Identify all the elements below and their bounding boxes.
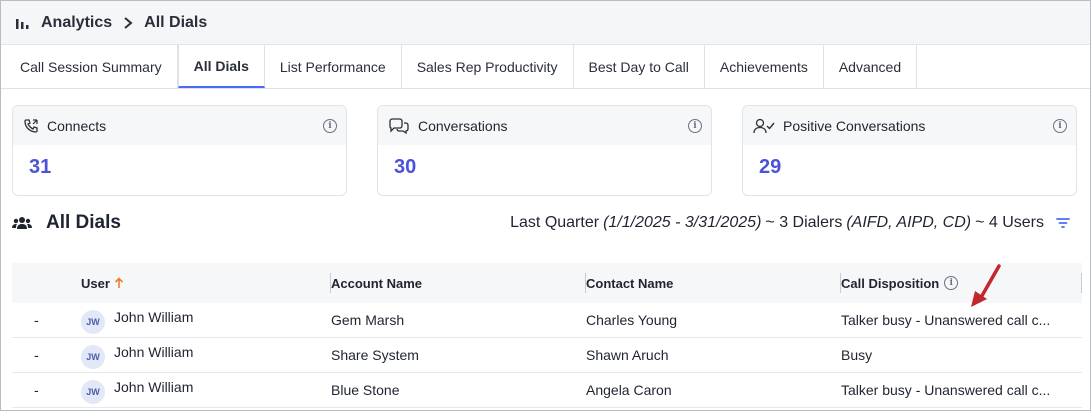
- bar-chart-icon: [15, 15, 31, 31]
- card-title: Connects: [47, 117, 107, 134]
- tab-best-day-to-call[interactable]: Best Day to Call: [574, 45, 705, 88]
- filter-summary: Last Quarter (1/1/2025 - 3/31/2025) ~ 3 …: [510, 214, 1070, 232]
- info-icon[interactable]: i: [323, 119, 337, 133]
- info-icon[interactable]: i: [688, 119, 702, 133]
- users-icon: [12, 215, 32, 231]
- account-name: Blue Stone: [331, 382, 400, 398]
- contact-name: Angela Caron: [586, 382, 672, 398]
- app-frame: Analytics All Dials Call Session Summary…: [0, 0, 1091, 411]
- dialers-label: ~ 3 Dialers: [765, 214, 843, 231]
- tab-achievements[interactable]: Achievements: [705, 45, 824, 88]
- header-user[interactable]: User: [81, 263, 331, 303]
- card-title: Conversations: [418, 117, 508, 134]
- conversations-card: Conversations i 30: [377, 105, 712, 196]
- chat-bubbles-icon: [388, 117, 410, 134]
- header-disposition[interactable]: Call Disposition i: [841, 263, 1082, 303]
- card-value: 29: [759, 156, 782, 178]
- info-icon[interactable]: i: [1053, 119, 1067, 133]
- tab-call-session-summary[interactable]: Call Session Summary: [5, 45, 178, 88]
- chevron-right-icon: [122, 16, 134, 30]
- account-name: Gem Marsh: [331, 312, 405, 328]
- tab-sales-rep-productivity[interactable]: Sales Rep Productivity: [402, 45, 574, 88]
- call-disposition: Talker busy - Unanswered call c...: [841, 312, 1051, 328]
- section-title: All Dials: [46, 212, 121, 233]
- date-range: (1/1/2025 - 3/31/2025): [603, 214, 762, 231]
- avatar: JW: [81, 380, 105, 404]
- tab-bar: Call Session Summary All Dials List Perf…: [1, 45, 1090, 89]
- metric-cards: Connects i 31 Conversations i 30 Positiv…: [1, 89, 1090, 196]
- tab-list-performance[interactable]: List Performance: [265, 45, 402, 88]
- user-name: John William: [114, 379, 194, 395]
- tab-all-dials[interactable]: All Dials: [177, 45, 265, 88]
- header-account[interactable]: Account Name: [331, 263, 586, 303]
- sort-up-icon[interactable]: [114, 277, 124, 289]
- card-value: 31: [29, 156, 52, 178]
- header-contact[interactable]: Contact Name: [586, 263, 841, 303]
- table-row[interactable]: - JW John William Blue Stone Angela Caro…: [12, 373, 1082, 408]
- user-name: John William: [114, 344, 194, 360]
- user-check-icon: [753, 118, 775, 134]
- tab-advanced[interactable]: Advanced: [824, 45, 918, 88]
- account-name: Share System: [331, 347, 419, 363]
- card-value: 30: [394, 156, 417, 178]
- avatar: JW: [81, 310, 105, 334]
- section-header: All Dials Last Quarter (1/1/2025 - 3/31/…: [12, 206, 1070, 240]
- breadcrumb: Analytics All Dials: [1, 1, 1090, 45]
- breadcrumb-current: All Dials: [144, 13, 208, 31]
- breadcrumb-analytics[interactable]: Analytics: [41, 14, 112, 32]
- card-title: Positive Conversations: [783, 117, 926, 134]
- annotation-arrow-icon: [971, 264, 1001, 307]
- positive-conversations-card: Positive Conversations i 29: [742, 105, 1077, 196]
- info-icon[interactable]: i: [944, 276, 959, 290]
- table-row[interactable]: - JW John William Gem Marsh Charles Youn…: [12, 303, 1082, 338]
- table-header: User Account Name Contact Name Call Disp…: [12, 263, 1082, 303]
- connects-card: Connects i 31: [12, 105, 347, 196]
- filter-icon[interactable]: [1056, 217, 1070, 229]
- dialers-list: (AIFD, AIPD, CD): [846, 214, 972, 231]
- user-name: John William: [114, 309, 194, 325]
- dials-table: User Account Name Contact Name Call Disp…: [12, 263, 1082, 408]
- avatar: JW: [81, 345, 105, 369]
- table-row[interactable]: - JW John William Share System Shawn Aru…: [12, 338, 1082, 373]
- contact-name: Shawn Aruch: [586, 347, 669, 363]
- phone-connect-icon: [23, 118, 39, 134]
- period-label: Last Quarter: [510, 214, 600, 231]
- call-disposition: Busy: [841, 347, 873, 363]
- contact-name: Charles Young: [586, 312, 678, 328]
- users-label: ~ 4 Users: [975, 214, 1044, 231]
- call-disposition: Talker busy - Unanswered call c...: [841, 382, 1051, 398]
